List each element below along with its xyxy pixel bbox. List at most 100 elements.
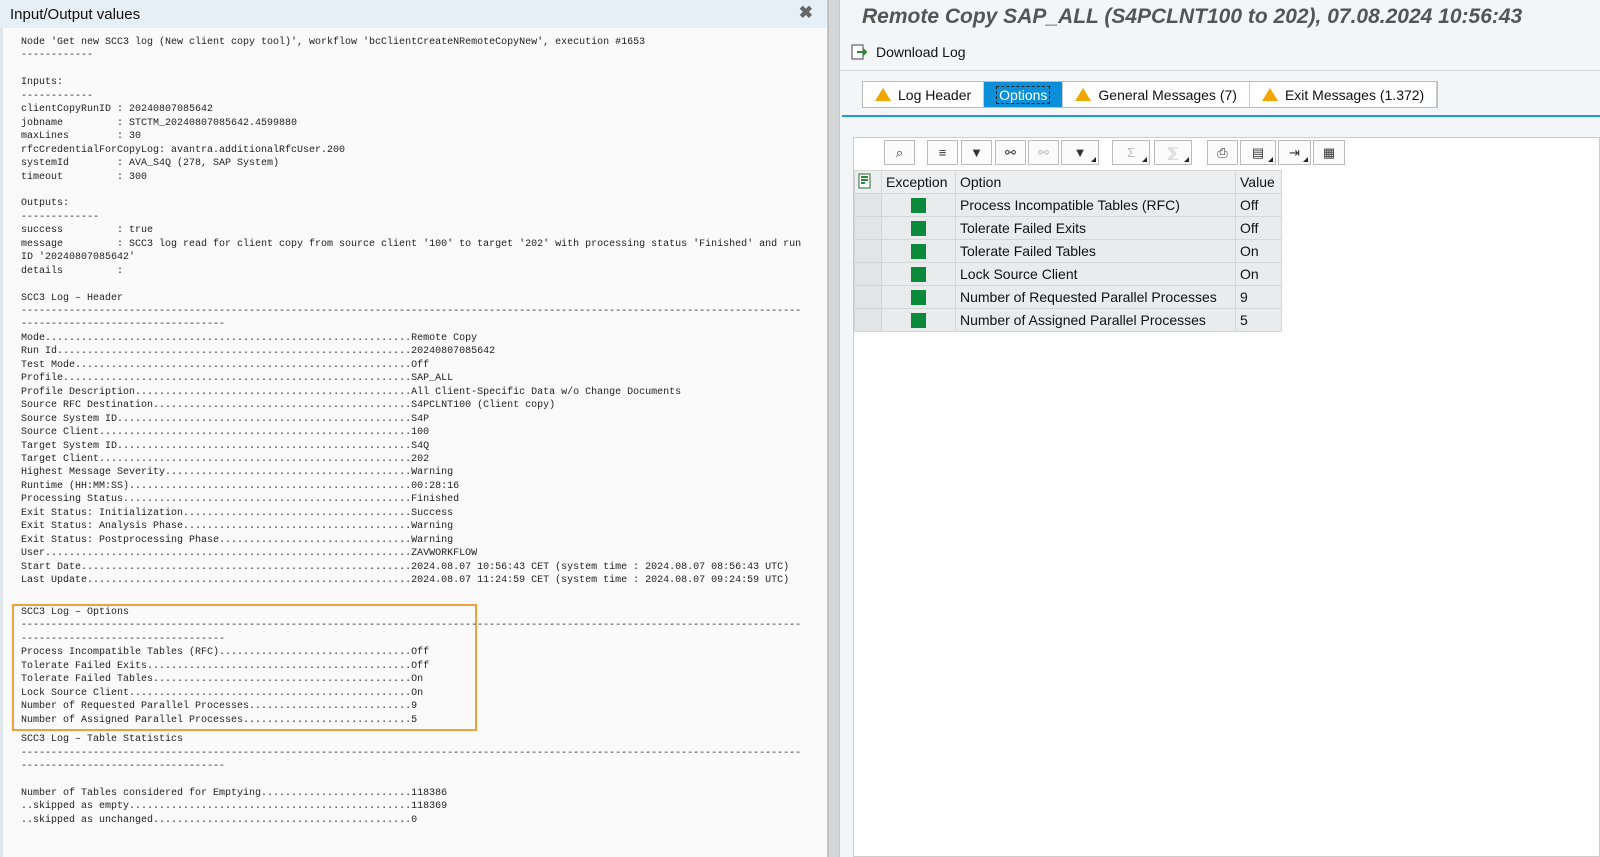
log-key: Source Client (21, 427, 100, 439)
status-green-icon (911, 267, 926, 283)
tab-options[interactable]: Options (984, 82, 1064, 107)
details-button[interactable]: ⌕ (884, 140, 915, 165)
log-key: Target Client (21, 454, 100, 465)
log-key: Process Incompatible Tables (RFC) (21, 647, 220, 659)
dropdown-arrow-icon[interactable] (1091, 157, 1096, 162)
status-green-icon (911, 221, 926, 237)
dot-leader: ........................................… (165, 467, 412, 479)
sort-ascending-button[interactable]: ≡ (927, 140, 958, 165)
column-select-icon (858, 173, 871, 188)
highlighted-options-section: SCC3 Log – Options ----------------------… (12, 603, 801, 732)
sort-ascending-icon: ≡ (938, 145, 947, 160)
print-icon: ⎙ (1217, 144, 1228, 160)
log-key: Target System ID (21, 440, 118, 452)
log-value: ZAVWORKFLOW (411, 548, 478, 560)
table-row[interactable]: Lock Source Client On (854, 262, 1282, 286)
tab-strip: Log Header Options General Messages (7) Exi… (862, 81, 1439, 108)
find-next-icon: ⚯ (1038, 144, 1049, 160)
log-line: ..skipped as unchanged..................… (21, 814, 801, 827)
log-value: Warning (411, 534, 454, 546)
dot-leader: ........................................… (129, 801, 412, 813)
panel-splitter[interactable] (828, 0, 840, 857)
dot-leader: ........................................… (153, 814, 412, 826)
tab-underline (842, 115, 1600, 117)
dropdown-arrow-icon[interactable] (1184, 157, 1189, 162)
dot-leader: ........................................… (135, 386, 412, 398)
log-line: ..skipped as empty......................… (21, 800, 801, 813)
find-button[interactable]: ⚯ (995, 140, 1026, 165)
row-selector[interactable] (854, 239, 882, 263)
log-line: Profile Description.....................… (21, 386, 801, 399)
dropdown-arrow-icon[interactable] (1303, 157, 1308, 162)
tab-log-header[interactable]: Log Header (863, 82, 985, 107)
option-cell: Lock Source Client (955, 262, 1236, 286)
find-icon: ⚯ (1005, 144, 1016, 160)
row-selector[interactable] (854, 285, 882, 309)
dot-leader: ........................................… (147, 660, 412, 672)
log-line: clientCopyRunID : 20240807085642 (21, 104, 214, 116)
subtotal-icon: ⅀ (1167, 144, 1179, 160)
log-key: Number of Tables considered for Emptying (21, 787, 262, 799)
export-button[interactable]: ⇥ (1278, 140, 1311, 165)
log-line: SCC3 Log – Header (21, 292, 124, 304)
layout-button[interactable]: ▦ (1313, 140, 1345, 165)
log-line: ------------ (21, 90, 94, 102)
log-line: rfcCredentialForCopyLog: avantra.additio… (21, 144, 346, 156)
views-button[interactable]: ▤ (1240, 140, 1276, 165)
log-line: Test Mode...............................… (21, 359, 801, 372)
log-value: Off (411, 647, 430, 659)
log-line: Exit Status: Analysis Phase.............… (21, 520, 801, 533)
table-row[interactable]: Tolerate Failed Tables On (854, 239, 1282, 263)
options-table: Exception Option Value Process Incompati… (854, 170, 1282, 332)
log-line: Runtime (HH:MM:SS)......................… (21, 480, 801, 493)
panel-title: Input/Output values (10, 5, 141, 23)
dot-leader: ........................................… (123, 494, 412, 506)
find-next-button[interactable]: ⚯ (1028, 140, 1059, 165)
row-selector[interactable] (854, 308, 882, 332)
print-button[interactable]: ⎙ (1207, 140, 1238, 165)
header-option[interactable]: Option (955, 170, 1236, 194)
log-line: details : (21, 265, 124, 277)
table-row[interactable]: Number of Requested Parallel Processes 9 (854, 285, 1282, 309)
log-value: S4Q (411, 440, 430, 452)
log-value: 118369 (411, 801, 448, 813)
close-icon[interactable]: ✖ (799, 3, 813, 23)
row-selector[interactable] (854, 193, 882, 217)
log-line: Exit Status: Postprocessing Phase.......… (21, 534, 801, 547)
header-value[interactable]: Value (1235, 170, 1282, 194)
tab-exit-messages[interactable]: Exit Messages (1.372) (1250, 82, 1438, 107)
filter-button[interactable]: ▼ (1061, 140, 1099, 165)
download-log-button[interactable]: Download Log (850, 40, 966, 64)
value-cell: 5 (1235, 308, 1282, 332)
status-green-icon (911, 244, 926, 260)
log-key: Source System ID (21, 413, 118, 425)
table-row[interactable]: Process Incompatible Tables (RFC) Off (854, 193, 1282, 217)
subtotal-button[interactable]: ⅀ (1154, 140, 1192, 165)
table-row[interactable]: Tolerate Failed Exits Off (854, 216, 1282, 240)
log-output[interactable]: Node 'Get new SCC3 log (New client copy … (0, 28, 821, 857)
dot-leader: ........................................… (81, 561, 412, 573)
sum-button[interactable]: Σ (1112, 140, 1150, 165)
tab-label: General Messages (7) (1098, 86, 1237, 103)
log-line: ------------- (21, 211, 100, 223)
row-selector[interactable] (854, 216, 882, 240)
sort-descending-icon: ▼ (970, 145, 983, 160)
header-exception[interactable]: Exception (881, 170, 956, 194)
details-icon: ⌕ (895, 144, 904, 160)
sort-descending-button[interactable]: ▼ (961, 140, 992, 165)
row-selector[interactable] (854, 262, 882, 286)
table-row[interactable]: Number of Assigned Parallel Processes 5 (854, 308, 1282, 332)
log-key: ..skipped as empty (21, 801, 130, 813)
log-key: Runtime (HH:MM:SS) (21, 480, 130, 492)
select-all-column[interactable] (854, 170, 882, 194)
exception-cell (881, 193, 956, 217)
option-cell: Number of Assigned Parallel Processes (955, 308, 1236, 332)
dropdown-arrow-icon[interactable] (1142, 157, 1147, 162)
tab-general-messages[interactable]: General Messages (7) (1063, 82, 1250, 107)
dropdown-arrow-icon[interactable] (1268, 157, 1273, 162)
log-line: jobname : STCTM_20240807085642.4599880 (21, 117, 298, 129)
log-key: Processing Status (21, 494, 124, 506)
exception-cell (881, 308, 956, 332)
